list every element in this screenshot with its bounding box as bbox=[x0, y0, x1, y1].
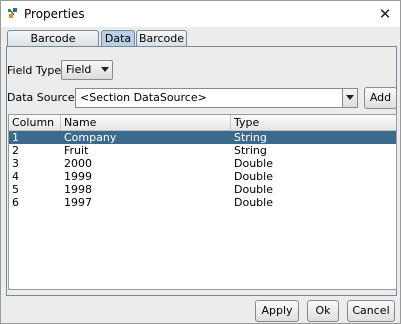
apply-button[interactable]: Apply bbox=[255, 300, 299, 322]
table-row[interactable]: 2 Fruit String bbox=[9, 144, 396, 157]
table-row[interactable]: 5 1998 Double bbox=[9, 183, 396, 196]
data-source-value: <Section DataSource> bbox=[80, 91, 207, 104]
cell-column: 6 bbox=[12, 196, 19, 209]
table-row[interactable]: 1 Company String bbox=[9, 131, 396, 144]
header-type[interactable]: Type bbox=[231, 115, 396, 130]
ok-button[interactable]: Ok bbox=[307, 300, 339, 322]
data-source-label: Data Source: bbox=[7, 91, 79, 104]
cell-name: Company bbox=[64, 131, 117, 144]
cell-type: String bbox=[234, 144, 267, 157]
chevron-down-icon[interactable] bbox=[98, 61, 112, 79]
cell-column: 2 bbox=[12, 144, 19, 157]
cell-type: Double bbox=[234, 170, 273, 183]
title-bar: Properties ✕ bbox=[1, 1, 400, 27]
cancel-button[interactable]: Cancel bbox=[347, 300, 395, 322]
fields-table[interactable]: Column Name Type 1 Company String 2 Frui… bbox=[8, 114, 397, 290]
properties-dialog: Properties ✕ Barcode Selection Data Barc… bbox=[0, 0, 401, 324]
cell-type: Double bbox=[234, 196, 273, 209]
cell-name: Fruit bbox=[64, 144, 89, 157]
cell-type: String bbox=[234, 131, 267, 144]
chevron-down-icon[interactable] bbox=[342, 89, 357, 107]
data-tab-panel: Field Type: Field Data Source: <Section … bbox=[6, 46, 397, 296]
header-column[interactable]: Column bbox=[9, 115, 61, 130]
add-button[interactable]: Add bbox=[364, 87, 397, 109]
table-row[interactable]: 4 1999 Double bbox=[9, 170, 396, 183]
table-row[interactable]: 3 2000 Double bbox=[9, 157, 396, 170]
cell-type: Double bbox=[234, 183, 273, 196]
cell-column: 3 bbox=[12, 157, 19, 170]
close-icon[interactable]: ✕ bbox=[374, 3, 396, 25]
cell-name: 2000 bbox=[64, 157, 92, 170]
cell-type: Double bbox=[234, 157, 273, 170]
tab-barcode[interactable]: Barcode bbox=[136, 30, 187, 47]
table-header: Column Name Type bbox=[9, 115, 396, 131]
cell-column: 1 bbox=[12, 131, 19, 144]
cell-column: 5 bbox=[12, 183, 19, 196]
cell-name: 1997 bbox=[64, 196, 92, 209]
cell-name: 1998 bbox=[64, 183, 92, 196]
tab-barcode-selection[interactable]: Barcode Selection bbox=[7, 30, 99, 61]
app-icon bbox=[8, 8, 17, 18]
header-name[interactable]: Name bbox=[61, 115, 231, 130]
field-type-select[interactable]: Field bbox=[61, 60, 113, 80]
cell-name: 1999 bbox=[64, 170, 92, 183]
data-source-select[interactable]: <Section DataSource> bbox=[75, 88, 358, 108]
window-title: Properties bbox=[24, 7, 85, 21]
field-type-value: Field bbox=[66, 63, 92, 76]
cell-column: 4 bbox=[12, 170, 19, 183]
table-row[interactable]: 6 1997 Double bbox=[9, 196, 396, 209]
field-type-label: Field Type: bbox=[7, 64, 65, 77]
